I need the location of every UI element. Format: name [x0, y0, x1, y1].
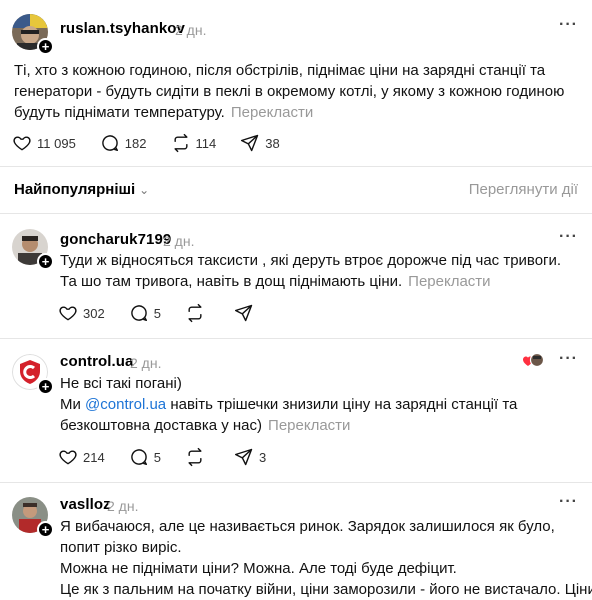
- send-icon: [234, 304, 253, 322]
- divider: [0, 166, 592, 167]
- send-icon: [241, 134, 259, 152]
- avatar[interactable]: +: [12, 354, 54, 395]
- repost-count: 114: [195, 135, 217, 151]
- post-time[interactable]: 2 дн.: [107, 498, 138, 514]
- username[interactable]: goncharuk7199: [60, 231, 171, 248]
- comment-icon: [130, 305, 147, 322]
- post-paragraph: Я вибачаюся, але це називається ринок. З…: [60, 518, 555, 556]
- heart-icon: [59, 306, 77, 321]
- like-button[interactable]: 11 095: [12, 133, 76, 153]
- follow-plus-icon[interactable]: +: [37, 38, 54, 55]
- comment-count: 5: [153, 305, 161, 321]
- username[interactable]: ruslan.tsyhankov: [60, 20, 185, 37]
- post-time[interactable]: 2 дн.: [163, 233, 194, 249]
- share-count: 3: [258, 449, 267, 465]
- author-liked-badge: [522, 352, 545, 368]
- like-count: 302: [83, 305, 105, 321]
- share-button[interactable]: 38: [240, 133, 280, 153]
- repost-button[interactable]: [185, 447, 210, 467]
- like-count: 11 095: [37, 135, 76, 151]
- share-count: 38: [265, 135, 280, 151]
- like-button[interactable]: 214: [58, 447, 105, 467]
- chevron-down-icon: ⌄: [139, 183, 150, 197]
- post-text: Не всі такі погані) Ми @control.ua навіт…: [60, 373, 580, 436]
- more-options-icon[interactable]: ···: [559, 16, 578, 34]
- comment-count: 5: [153, 449, 161, 465]
- comment-button[interactable]: 5: [129, 303, 161, 323]
- sort-dropdown[interactable]: Найпопулярніші ⌄: [14, 181, 149, 198]
- comment-count: 182: [124, 135, 147, 151]
- like-button[interactable]: 302: [58, 303, 105, 323]
- divider: [0, 338, 592, 339]
- like-count: 214: [83, 449, 105, 465]
- translate-link[interactable]: Перекласти: [231, 104, 313, 121]
- share-button[interactable]: 3: [234, 447, 266, 467]
- comment-icon: [102, 135, 118, 152]
- action-bar: 11 095 182 114 38: [12, 133, 304, 153]
- post-time[interactable]: 2 дн.: [175, 22, 206, 38]
- translate-link[interactable]: Перекласти: [408, 273, 490, 290]
- divider: [0, 482, 592, 483]
- repost-icon: [188, 303, 202, 323]
- post-text: Я вибачаюся, але це називається ринок. З…: [60, 516, 592, 600]
- liked-by-author-icon: [523, 352, 545, 368]
- post-text: Ті, хто з кожною годиною, після обстрілі…: [14, 60, 579, 123]
- comment-button[interactable]: 5: [129, 447, 161, 467]
- action-bar: 214 5 3: [58, 447, 290, 467]
- post-paragraph: Це як з пальним на початку війни, ціни з…: [60, 581, 592, 598]
- avatar[interactable]: +: [12, 229, 54, 270]
- heart-icon: [59, 450, 77, 465]
- post-paragraph: Можна не піднімати ціни? Можна. Але тоді…: [60, 560, 457, 577]
- repost-icon: [188, 447, 202, 467]
- avatar[interactable]: +: [12, 497, 54, 538]
- sort-label: Найпопулярніші: [14, 181, 136, 198]
- post-line: Не всі такі погані): [60, 375, 182, 392]
- follow-plus-icon[interactable]: +: [37, 253, 54, 270]
- share-button[interactable]: [234, 303, 259, 323]
- username[interactable]: control.ua: [60, 353, 134, 370]
- translate-link[interactable]: Перекласти: [268, 417, 350, 434]
- text-fragment: Ми: [60, 396, 86, 413]
- more-options-icon[interactable]: ···: [559, 350, 578, 368]
- comment-button[interactable]: 182: [100, 133, 147, 153]
- post-time[interactable]: 2 дн.: [130, 355, 161, 371]
- more-options-icon[interactable]: ···: [559, 228, 578, 246]
- follow-plus-icon[interactable]: +: [37, 521, 54, 538]
- repost-button[interactable]: [185, 303, 210, 323]
- action-bar: 302 5: [58, 303, 283, 323]
- mention-link[interactable]: @control.ua: [85, 396, 166, 413]
- username[interactable]: vaslloz: [60, 496, 111, 513]
- post-line: Ми @control.ua навіть трішечки знизили ц…: [60, 394, 580, 436]
- avatar[interactable]: +: [12, 14, 54, 55]
- repost-icon: [173, 133, 188, 153]
- comment-icon: [130, 449, 147, 466]
- view-activity-link[interactable]: Переглянути дії: [469, 181, 578, 198]
- divider: [0, 213, 592, 214]
- post-text: Туди ж відносяться таксисти , які деруть…: [60, 250, 580, 292]
- follow-plus-icon[interactable]: +: [37, 378, 54, 395]
- heart-icon: [13, 136, 31, 151]
- repost-button[interactable]: 114: [171, 133, 217, 153]
- send-icon: [234, 448, 253, 466]
- more-options-icon[interactable]: ···: [559, 493, 578, 511]
